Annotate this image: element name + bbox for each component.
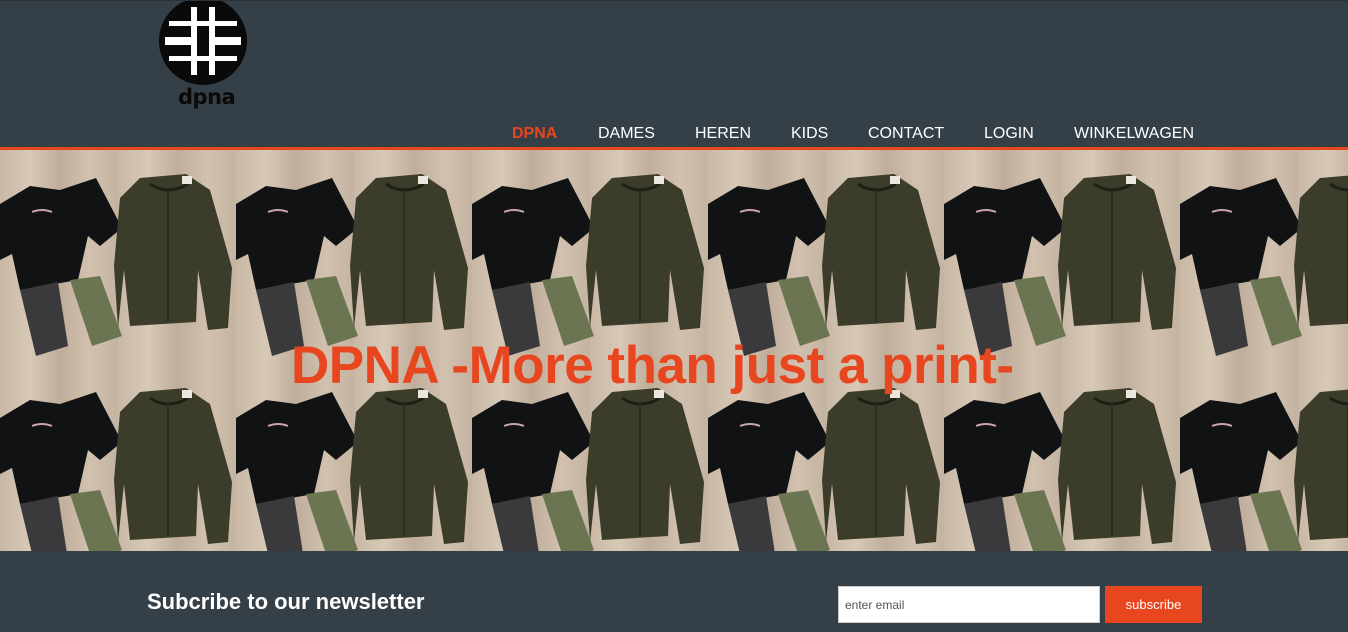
nav-item-winkelwagen[interactable]: WINKELWAGEN bbox=[1074, 125, 1194, 143]
nav-item-dames[interactable]: DAMES bbox=[598, 125, 655, 143]
hero-product-tile bbox=[1180, 364, 1348, 551]
hero-product-tile bbox=[236, 150, 472, 364]
hero-product-tile bbox=[0, 150, 236, 364]
nav-item-heren[interactable]: HEREN bbox=[695, 125, 751, 143]
hero-product-tile bbox=[708, 150, 944, 364]
nav-item-dpna[interactable]: DPNA bbox=[512, 125, 557, 143]
main-nav: DPNA DAMES HEREN KIDS CONTACT LOGIN WINK… bbox=[0, 125, 1348, 145]
nav-item-login[interactable]: LOGIN bbox=[984, 125, 1034, 143]
hero-product-tile bbox=[472, 150, 708, 364]
newsletter-section: Subcribe to our newsletter subscribe bbox=[0, 551, 1348, 632]
subscribe-button[interactable]: subscribe bbox=[1105, 586, 1202, 623]
hero-product-tile bbox=[944, 150, 1180, 364]
hero-product-tile bbox=[0, 364, 236, 551]
logo-wordmark: dpna bbox=[178, 85, 236, 109]
email-input[interactable] bbox=[838, 586, 1100, 623]
nav-item-contact[interactable]: CONTACT bbox=[868, 125, 944, 143]
hero-title: DPNA -More than just a print- bbox=[291, 336, 1014, 395]
hero-product-tile bbox=[1180, 150, 1348, 364]
nav-item-kids[interactable]: KIDS bbox=[791, 125, 828, 143]
newsletter-title: Subcribe to our newsletter bbox=[147, 589, 425, 614]
